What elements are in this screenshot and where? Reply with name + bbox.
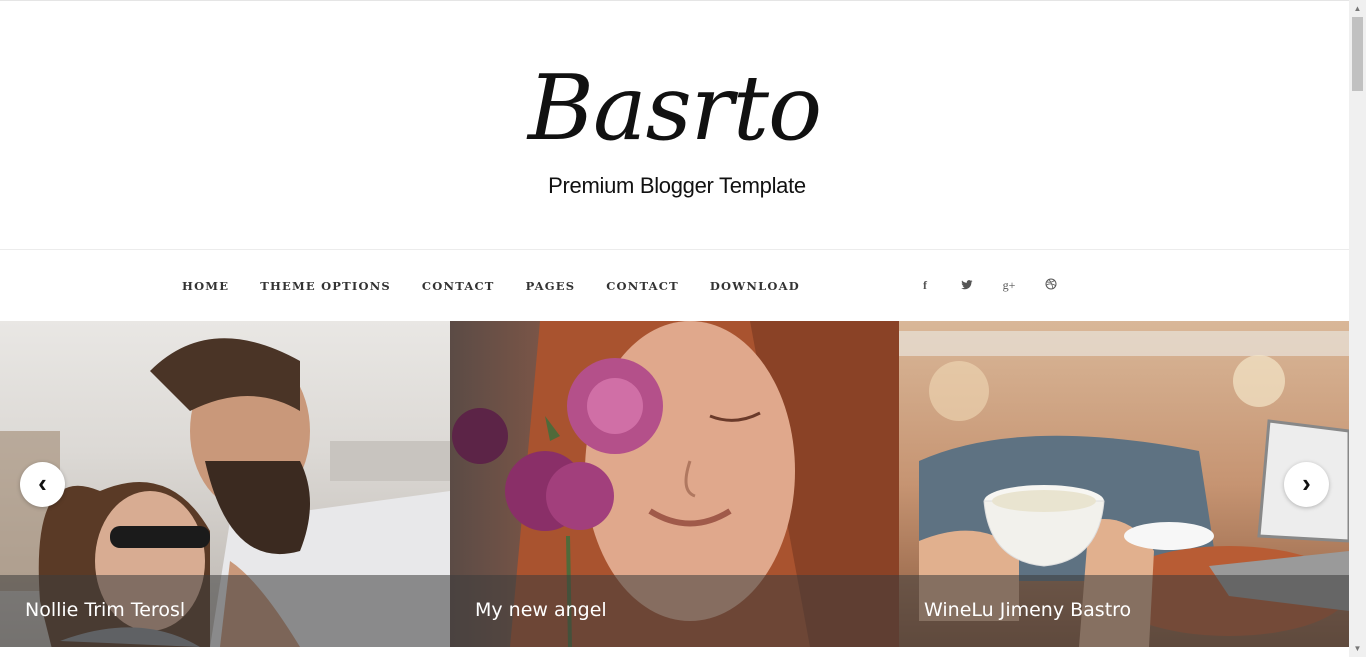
- site-header: Basrto Premium Blogger Template: [0, 1, 1349, 249]
- slide-1-caption[interactable]: Nollie Trim Terosl: [25, 599, 185, 621]
- dribbble-icon[interactable]: [1040, 278, 1062, 293]
- nav-menu: HOME THEME OPTIONS CONTACT PAGES CONTACT…: [182, 250, 831, 321]
- scroll-up-arrow-icon[interactable]: ▲: [1349, 0, 1366, 17]
- slide-1[interactable]: Nollie Trim Terosl: [0, 321, 450, 647]
- nav-item-contact[interactable]: CONTACT: [422, 279, 495, 293]
- site-tagline: Premium Blogger Template: [548, 173, 806, 198]
- slide-3[interactable]: WineLu Jimeny Bastro: [899, 321, 1349, 647]
- chevron-right-icon: ›: [1302, 468, 1311, 498]
- social-links: f g+: [914, 250, 1082, 321]
- site-logo[interactable]: Basrto: [0, 59, 1349, 159]
- nav-item-home[interactable]: HOME: [182, 279, 229, 293]
- featured-slider: Nollie Trim Terosl My new angel WineLu J…: [0, 321, 1349, 647]
- scroll-down-arrow-icon[interactable]: ▼: [1349, 640, 1366, 657]
- page-bottom-strip: [0, 647, 1349, 657]
- slide-2[interactable]: My new angel: [450, 321, 900, 647]
- slider-next-button[interactable]: ›: [1284, 462, 1329, 507]
- slide-2-caption[interactable]: My new angel: [475, 599, 607, 621]
- twitter-icon[interactable]: [956, 279, 978, 293]
- main-navigation: HOME THEME OPTIONS CONTACT PAGES CONTACT…: [0, 249, 1349, 321]
- nav-item-download[interactable]: DOWNLOAD: [710, 279, 800, 293]
- nav-item-contact-2[interactable]: CONTACT: [606, 279, 679, 293]
- nav-item-theme-options[interactable]: THEME OPTIONS: [260, 279, 391, 293]
- vertical-scrollbar[interactable]: ▲ ▼: [1349, 0, 1366, 657]
- nav-item-pages[interactable]: PAGES: [526, 279, 576, 293]
- google-plus-icon[interactable]: g+: [998, 278, 1020, 293]
- slide-3-caption[interactable]: WineLu Jimeny Bastro: [924, 599, 1131, 621]
- scrollbar-thumb[interactable]: [1352, 17, 1363, 91]
- slider-prev-button[interactable]: ‹: [20, 462, 65, 507]
- chevron-left-icon: ‹: [38, 468, 47, 498]
- facebook-icon[interactable]: f: [914, 278, 936, 293]
